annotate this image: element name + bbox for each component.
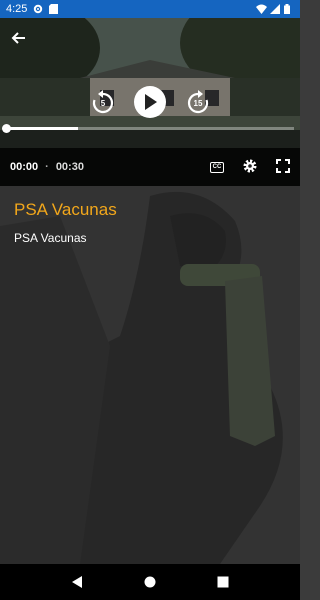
nav-recents-button[interactable] bbox=[211, 570, 235, 594]
progress-fill bbox=[6, 127, 78, 130]
nav-back-button[interactable] bbox=[65, 570, 89, 594]
time-separator: · bbox=[45, 161, 49, 173]
closed-captions-button[interactable]: CC bbox=[210, 161, 224, 173]
gear-icon bbox=[243, 159, 257, 172]
rewind-button[interactable]: 5 bbox=[90, 90, 116, 116]
triangle-back-icon bbox=[71, 576, 82, 588]
video-description: PSA Vacunas bbox=[14, 231, 87, 245]
status-bar: 4:25 bbox=[0, 0, 300, 18]
settings-button[interactable] bbox=[242, 158, 258, 177]
rewind-seconds: 5 bbox=[100, 99, 106, 108]
navigation-bar bbox=[0, 564, 300, 600]
status-time: 4:25 bbox=[6, 3, 28, 15]
settings-icon bbox=[33, 4, 43, 14]
sd-card-icon bbox=[49, 4, 59, 14]
forward-button[interactable]: 15 bbox=[185, 90, 211, 116]
circle-home-icon bbox=[144, 576, 156, 588]
play-icon bbox=[145, 94, 157, 110]
progress-handle[interactable] bbox=[2, 124, 11, 133]
fullscreen-icon bbox=[276, 158, 290, 173]
nav-home-button[interactable] bbox=[138, 570, 162, 594]
back-button[interactable] bbox=[8, 28, 28, 48]
wifi-icon bbox=[256, 4, 267, 14]
content-area: PSA Vacunas PSA Vacunas bbox=[0, 186, 300, 564]
play-button[interactable] bbox=[134, 86, 166, 118]
duration: 00:30 bbox=[55, 161, 84, 173]
battery-icon bbox=[284, 4, 294, 14]
forward-seconds: 15 bbox=[193, 99, 203, 108]
cc-label: CC bbox=[212, 164, 222, 170]
player-controls-bar: 00:00 · 00:30 CC bbox=[0, 148, 300, 186]
signal-icon bbox=[270, 4, 280, 14]
arrow-back-icon bbox=[11, 32, 25, 44]
video-title: PSA Vacunas bbox=[14, 200, 117, 219]
current-time: 00:00 bbox=[10, 161, 39, 173]
progress-bar[interactable] bbox=[2, 124, 294, 133]
square-recents-icon bbox=[217, 576, 229, 588]
fullscreen-button[interactable] bbox=[276, 158, 290, 176]
video-player[interactable]: 5 15 00:00 · 00:30 CC bbox=[0, 18, 300, 186]
